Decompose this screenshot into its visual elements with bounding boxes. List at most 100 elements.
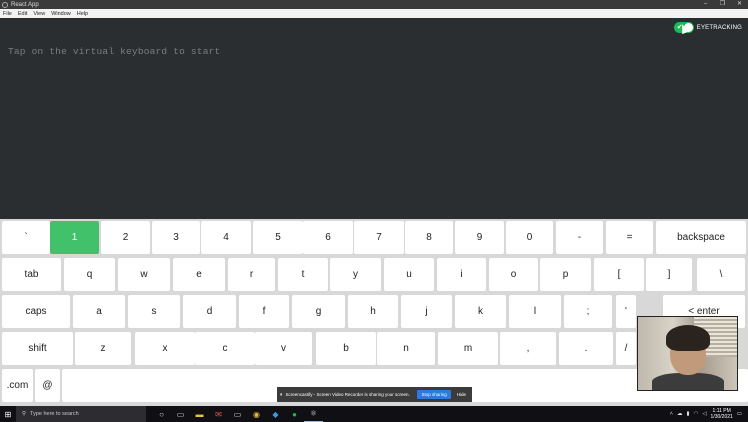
key-d[interactable]: d — [183, 295, 236, 328]
key-8[interactable]: 8 — [405, 221, 453, 254]
key-q[interactable]: q — [64, 258, 115, 291]
key-i[interactable]: i — [437, 258, 486, 291]
keyboard-row: ` 1 2 3 4 5 6 7 8 9 0- = backspace — [0, 219, 748, 256]
key-m[interactable]: m — [438, 332, 498, 365]
search-placeholder: Type here to search — [30, 411, 79, 417]
react-logo-icon — [2, 1, 8, 8]
menu-edit[interactable]: Edit — [15, 11, 30, 17]
chevron-up-icon[interactable]: ˄ — [670, 411, 673, 417]
window-controls: – ❐ ✕ — [697, 0, 748, 9]
key-2[interactable]: 2 — [101, 221, 150, 254]
share-message: Screencastify - Screen Video Recorder is… — [285, 392, 410, 397]
key-x[interactable]: x — [135, 332, 195, 365]
key-equals[interactable]: = — [606, 221, 653, 254]
key-v[interactable]: v — [255, 332, 312, 365]
screen-share-banner: ⏸ Screencastify - Screen Video Recorder … — [277, 387, 472, 402]
key-6[interactable]: 6 — [303, 221, 353, 254]
stop-sharing-button[interactable]: Stop sharing — [417, 390, 451, 399]
key-dot[interactable]: . — [559, 332, 613, 365]
key-s[interactable]: s — [128, 295, 180, 328]
text-display-area[interactable]: Tap on the virtual keyboard to start ✔ E… — [0, 18, 748, 219]
key-9[interactable]: 9 — [455, 221, 504, 254]
electron-app-icon[interactable]: ⚛ — [304, 406, 323, 422]
key-slash[interactable]: / — [616, 332, 636, 365]
key-comma[interactable]: , — [500, 332, 556, 365]
key-y[interactable]: y — [330, 258, 381, 291]
key-b[interactable]: b — [316, 332, 376, 365]
key-p[interactable]: p — [540, 258, 591, 291]
spotify-icon[interactable]: ● — [285, 406, 304, 422]
key-backspace[interactable]: backspace — [656, 221, 746, 254]
search-icon: ⚲ — [22, 411, 27, 417]
key-f[interactable]: f — [239, 295, 289, 328]
file-explorer-icon[interactable]: ▬ — [190, 406, 209, 422]
key-dotcom[interactable]: .com — [2, 369, 33, 402]
menu-file[interactable]: File — [0, 11, 15, 17]
onedrive-icon[interactable]: ☁ — [677, 411, 683, 417]
key-quote[interactable]: ' — [616, 295, 636, 328]
key-1[interactable]: 1 — [50, 221, 99, 254]
menu-help[interactable]: Help — [74, 11, 91, 17]
key-n[interactable]: n — [377, 332, 435, 365]
key-h[interactable]: h — [348, 295, 398, 328]
key-5[interactable]: 5 — [253, 221, 303, 254]
virtual-keyboard: ` 1 2 3 4 5 6 7 8 9 0- = backspace tab q w e r t y u i o p[] \ ca… — [0, 219, 748, 406]
key-rbracket[interactable]: ] — [646, 258, 692, 291]
hide-button[interactable]: Hide — [454, 392, 469, 397]
taskbar-apps: ○ ▭ ▬ ✉ ▭ ◉ ◆ ● ⚛ — [152, 406, 323, 422]
keyboard-row: caps a s d f g h j k l; ' < enter — [0, 293, 748, 330]
key-shift[interactable]: shift — [2, 332, 73, 365]
key-4[interactable]: 4 — [201, 221, 251, 254]
minimize-button[interactable]: – — [697, 0, 714, 9]
key-l[interactable]: l — [509, 295, 561, 328]
key-7[interactable]: 7 — [354, 221, 404, 254]
terminal-icon[interactable]: ▭ — [228, 406, 247, 422]
notifications-icon[interactable]: ▭ — [737, 411, 742, 417]
key-minus[interactable]: - — [556, 221, 603, 254]
clock-date: 1/30/2021 — [710, 414, 733, 420]
menu-window[interactable]: Window — [48, 11, 74, 17]
mail-icon[interactable]: ✉ — [209, 406, 228, 422]
pause-icon[interactable]: ⏸ — [280, 392, 283, 398]
key-a[interactable]: a — [73, 295, 125, 328]
maximize-button[interactable]: ❐ — [714, 0, 731, 9]
wifi-icon[interactable]: ◠ — [694, 411, 699, 417]
key-caps[interactable]: caps — [2, 295, 70, 328]
key-u[interactable]: u — [384, 258, 434, 291]
system-tray: ˄ ☁ ▮ ◠ ◁ 1:11 PM 1/30/2021 ▭ — [670, 408, 748, 420]
key-backtick[interactable]: ` — [2, 221, 50, 254]
key-w[interactable]: w — [118, 258, 170, 291]
keyboard-row: tab q w e r t y u i o p[] \ — [0, 256, 748, 293]
battery-icon[interactable]: ▮ — [686, 411, 689, 417]
key-0[interactable]: 0 — [506, 221, 553, 254]
key-z[interactable]: z — [75, 332, 131, 365]
key-at[interactable]: @ — [35, 369, 60, 402]
key-backslash[interactable]: \ — [697, 258, 745, 291]
task-view-icon[interactable]: ▭ — [171, 406, 190, 422]
key-c[interactable]: c — [195, 332, 255, 365]
menu-view[interactable]: View — [30, 11, 48, 17]
cortana-icon[interactable]: ○ — [152, 406, 171, 422]
key-lbracket[interactable]: [ — [594, 258, 644, 291]
key-k[interactable]: k — [455, 295, 506, 328]
chrome-icon[interactable]: ◉ — [247, 406, 266, 422]
volume-icon[interactable]: ◁ — [702, 411, 706, 417]
taskbar-search-input[interactable]: ⚲ Type here to search — [16, 406, 146, 422]
vscode-icon[interactable]: ◆ — [266, 406, 285, 422]
key-r[interactable]: r — [228, 258, 275, 291]
taskbar-clock[interactable]: 1:11 PM 1/30/2021 — [711, 408, 733, 420]
windows-start-icon[interactable]: ⊞ — [0, 406, 16, 422]
key-t[interactable]: t — [278, 258, 328, 291]
key-tab[interactable]: tab — [2, 258, 61, 291]
editor-placeholder: Tap on the virtual keyboard to start — [8, 46, 221, 57]
key-o[interactable]: o — [489, 258, 538, 291]
keyboard-row: shift z x c v b n m,. / — [0, 330, 748, 367]
key-3[interactable]: 3 — [152, 221, 200, 254]
key-e[interactable]: e — [173, 258, 225, 291]
webcam-overlay — [637, 316, 738, 391]
close-button[interactable]: ✕ — [731, 0, 748, 9]
key-j[interactable]: j — [401, 295, 452, 328]
key-g[interactable]: g — [292, 295, 345, 328]
app-window: React App – ❐ ✕ File Edit View Window He… — [0, 0, 748, 422]
key-semicolon[interactable]: ; — [564, 295, 612, 328]
